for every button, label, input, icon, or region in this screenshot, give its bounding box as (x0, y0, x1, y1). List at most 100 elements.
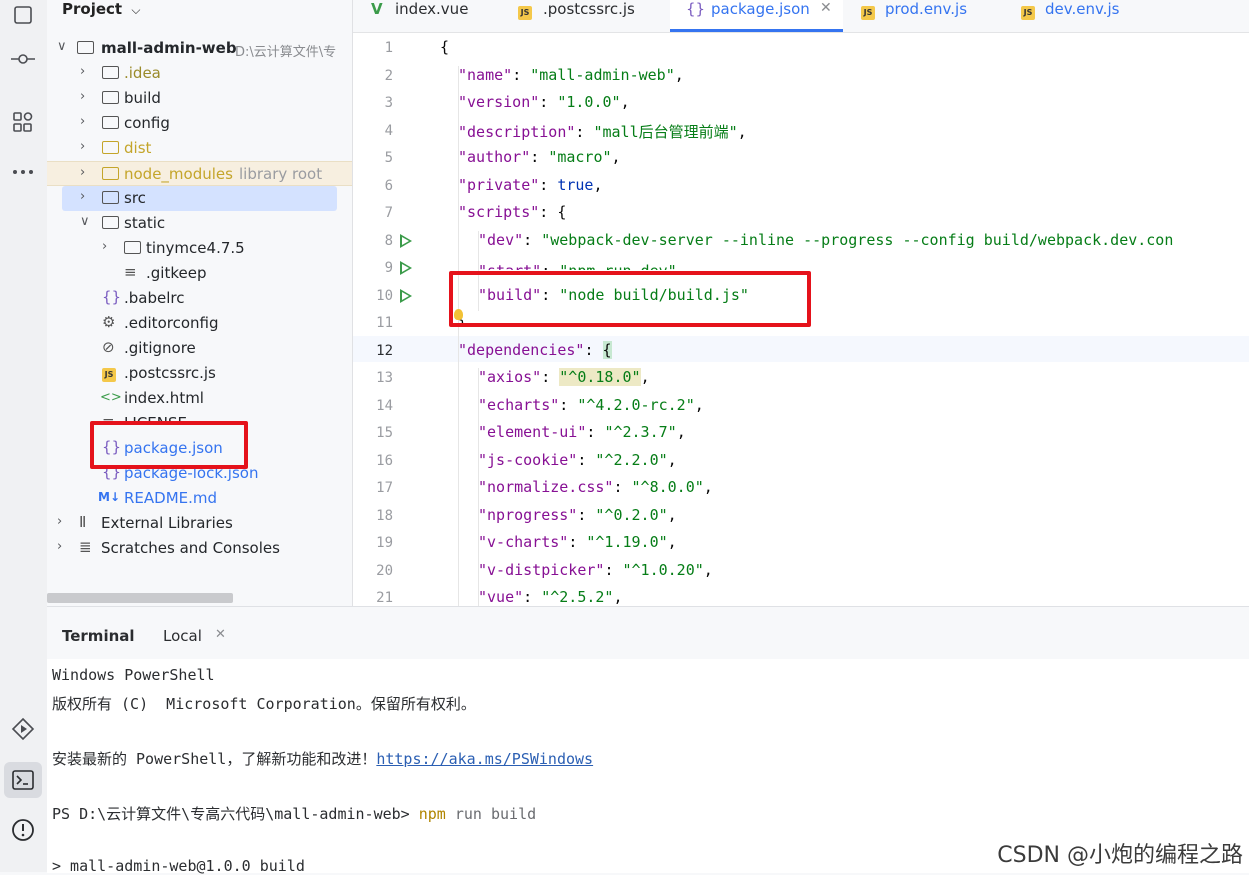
line-number: 17 (376, 480, 393, 496)
tree-item-build[interactable]: › build (47, 86, 352, 111)
code-editor[interactable]: 1 2 3 4 5 6 7 8 9 10 11 12 13 14 15 16 1… (353, 33, 1249, 606)
more-icon[interactable] (8, 157, 38, 187)
json-key: "description" (458, 123, 576, 141)
vue-icon: V (371, 0, 383, 18)
tab-postcssrc[interactable]: JS .postcssrc.js (518, 0, 668, 32)
chevron-right-icon[interactable]: › (57, 539, 62, 554)
json-key: "js-cookie" (478, 451, 578, 469)
tree-item-gitignore[interactable]: ⊘ .gitignore (47, 336, 352, 361)
chevron-right-icon[interactable]: › (80, 64, 85, 79)
tab-index-vue[interactable]: V index.vue (363, 0, 503, 32)
line-number: 7 (384, 205, 393, 221)
tab-local[interactable]: Local ✕ (157, 621, 237, 651)
code-line-1: { (436, 36, 1249, 62)
activity-bar (0, 0, 48, 872)
text-file-icon: ≡ (124, 263, 137, 281)
line-number: 14 (376, 398, 393, 414)
markdown-icon: M↓ (98, 490, 120, 504)
tree-item-tinymce[interactable]: › tinymce4.7.5 (47, 236, 352, 261)
project-title-label: Project (62, 0, 123, 18)
tab-package-json[interactable]: {} package.json ✕ (670, 0, 843, 32)
tree-item-label: External Libraries (101, 514, 233, 532)
chevron-right-icon[interactable]: › (80, 139, 85, 154)
terminal-line: 版权所有 (C) Microsoft Corporation。保留所有权利。 (52, 695, 476, 713)
tree-item-root[interactable]: ∨ mall-admin-web D:\云计算文件\专 (47, 36, 352, 61)
tree-item-scratches[interactable]: › ≣ Scratches and Consoles (47, 536, 352, 561)
code-line-13: "axios": "^0.18.0", (478, 368, 650, 386)
tree-item-src[interactable]: › src (62, 186, 337, 211)
json-value: "^2.2.0" (595, 451, 668, 469)
line-number: 13 (376, 370, 393, 386)
terminal-panel: Terminal Local ✕ Windows PowerShell 版权所有… (47, 606, 1249, 875)
tree-item-static[interactable]: ∨ static (47, 211, 352, 236)
project-title[interactable]: Project ⌵ (62, 0, 140, 20)
tree-item-label: .editorconfig (124, 314, 219, 332)
tree-item-label: .postcssrc.js (124, 364, 216, 382)
terminal-link[interactable]: https://aka.ms/PSWindows (376, 750, 593, 768)
tree-item-external-libraries[interactable]: › Ⅱ External Libraries (47, 511, 352, 536)
tree-item-readme[interactable]: M↓ README.md (47, 486, 352, 511)
chevron-right-icon[interactable]: › (102, 239, 107, 254)
folder-icon (102, 138, 119, 156)
tree-item-label: tinymce4.7.5 (146, 239, 245, 257)
json-key: "author" (458, 148, 531, 166)
js-icon: JS (518, 1, 532, 20)
json-value: "^2.3.7" (604, 423, 677, 441)
code-line-12: "dependencies": { (458, 341, 612, 359)
chevron-right-icon[interactable]: › (57, 514, 62, 529)
terminal-text: 安装最新的 PowerShell，了解新功能和改进！ (52, 750, 377, 768)
terminal-line: PS D:\云计算文件\专高六代码\mall-admin-web> npm ru… (52, 803, 536, 824)
terminal-line: > mall-admin-web@1.0.0 build (52, 857, 305, 875)
tree-item-editorconfig[interactable]: ⚙ .editorconfig (47, 311, 352, 336)
line-number: 19 (376, 535, 393, 551)
code-line-20: "v-distpicker": "^1.0.20", (478, 561, 713, 579)
tree-item-postcssrc[interactable]: JS .postcssrc.js (47, 361, 352, 386)
tab-dev-env[interactable]: JS dev.env.js (1021, 0, 1151, 32)
close-icon[interactable]: ✕ (215, 627, 226, 642)
json-key: "normalize.css" (478, 478, 614, 496)
tree-item-label: build (124, 89, 161, 107)
json-key: "echarts" (478, 396, 560, 414)
structure-icon[interactable] (8, 107, 38, 137)
terminal-icon[interactable] (4, 762, 42, 798)
run-icon[interactable] (400, 261, 412, 275)
terminal-toolbar: Terminal Local ✕ (47, 607, 1249, 659)
horizontal-scrollbar[interactable] (47, 593, 233, 603)
json-key: "dev" (478, 231, 524, 249)
tree-item-idea[interactable]: › .idea (47, 61, 352, 86)
tree-item-gitkeep[interactable]: ≡ .gitkeep (47, 261, 352, 286)
run-icon[interactable] (400, 289, 412, 303)
services-icon[interactable] (8, 714, 38, 744)
chevron-right-icon[interactable]: › (80, 165, 85, 180)
problems-icon[interactable] (8, 815, 38, 845)
gutter: 1 2 3 4 5 6 7 8 9 10 11 12 13 14 15 16 1… (353, 33, 436, 606)
library-icon: Ⅱ (79, 513, 87, 531)
chevron-right-icon[interactable]: › (80, 89, 85, 104)
tree-item-label: dist (124, 139, 152, 157)
folder-icon[interactable] (8, 0, 38, 30)
commit-icon[interactable] (8, 44, 38, 74)
tree-item-index-html[interactable]: <> index.html (47, 386, 352, 411)
code-line-19: "v-charts": "^1.19.0", (478, 533, 677, 551)
close-icon[interactable]: ✕ (820, 0, 832, 16)
tab-prod-env[interactable]: JS prod.env.js (861, 0, 991, 32)
line-number: 15 (376, 425, 393, 441)
run-icon[interactable] (400, 234, 412, 248)
chevron-down-icon[interactable]: ∨ (57, 39, 67, 54)
tree-item-config[interactable]: › config (47, 111, 352, 136)
terminal-line: Windows PowerShell (52, 666, 215, 684)
chevron-down-icon[interactable]: ∨ (80, 214, 90, 229)
code-line-7: "scripts": { (458, 203, 567, 221)
tree-item-dist[interactable]: › dist (47, 136, 352, 161)
highlight-box (449, 271, 811, 327)
chevron-right-icon[interactable]: › (80, 189, 85, 204)
tree-item-label: index.html (124, 389, 204, 407)
json-value: "webpack-dev-server --inline --progress … (541, 231, 1174, 249)
json-key: "start" (478, 262, 541, 270)
line-number: 3 (384, 95, 393, 111)
chevron-right-icon[interactable]: › (80, 114, 85, 129)
tree-item-babelrc[interactable]: {} .babelrc (47, 286, 352, 311)
tree-item-node-modules[interactable]: › node_modules library root (47, 161, 352, 186)
terminal-command: npm (418, 805, 446, 823)
gear-icon: ⚙ (102, 313, 116, 331)
